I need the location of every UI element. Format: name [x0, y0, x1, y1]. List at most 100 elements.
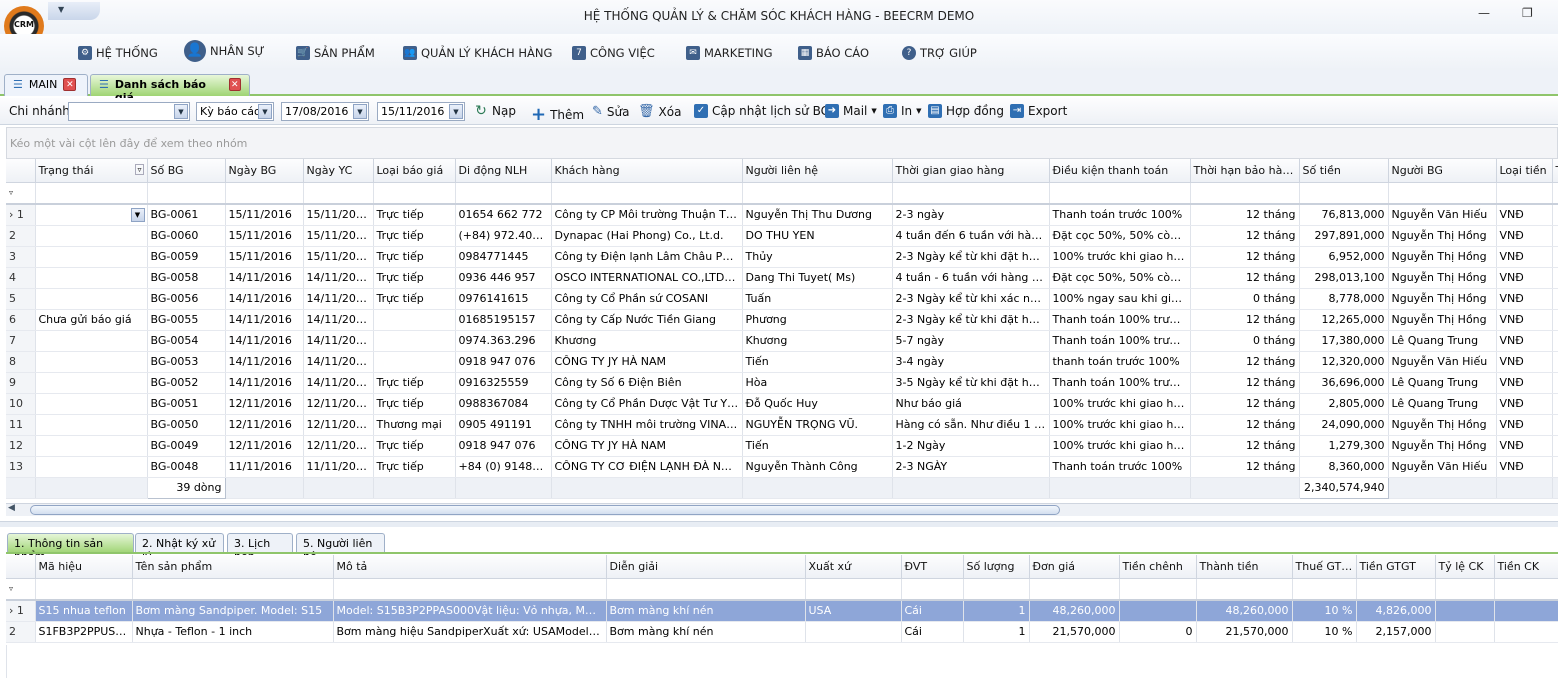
filter-cell[interactable]	[35, 578, 133, 601]
table-cell[interactable]: 3-5 Ngày kể từ khi đặt hàng	[892, 372, 1050, 394]
table-cell[interactable]: USA	[805, 600, 902, 622]
table-cell[interactable]: 24,090,000	[1299, 414, 1389, 436]
table-cell[interactable]: BG-0060	[147, 225, 226, 247]
table-cell[interactable]	[35, 225, 148, 247]
table-row[interactable]: 10 BG-0051 12/11/2016 12/11/2016 Trực tiếp 09…	[6, 393, 1558, 415]
table-cell[interactable]: VNĐ	[1496, 456, 1553, 478]
table-row[interactable]: 6 Chưa gửi báo giá BG-0055 14/11/2016 14/11/…	[6, 309, 1558, 331]
table-row[interactable]: 3 BG-0059 15/11/2016 15/11/2016 Trực tiếp 098…	[6, 246, 1558, 268]
tab-processing-log[interactable]: 2. Nhật ký xử lý	[135, 533, 224, 563]
table-cell[interactable]	[1435, 621, 1495, 643]
table-cell[interactable]: 01685195157	[455, 309, 552, 331]
column-header[interactable]: Thời hạn bảo hành	[1190, 159, 1300, 183]
table-cell[interactable]: BG-0049	[147, 435, 226, 457]
chevron-down-icon[interactable]: ▼	[449, 104, 463, 119]
table-cell[interactable]: Cái	[901, 600, 964, 622]
table-cell[interactable]: CÔNG TY JY HÀ NAM	[551, 435, 743, 457]
table-cell[interactable]: 11/11/2016	[225, 456, 304, 478]
table-cell[interactable]: Nguyễn Văn Hiếu	[1388, 456, 1497, 478]
table-cell[interactable]	[35, 267, 148, 289]
column-header[interactable]: Tỷ lệ CK	[1435, 555, 1495, 579]
table-cell[interactable]: 14/11/2016	[225, 309, 304, 331]
table-cell[interactable]: BG-0050	[147, 414, 226, 436]
table-cell[interactable]: 15/11/2016	[225, 246, 304, 268]
table-cell[interactable]: BG-0054	[147, 330, 226, 352]
column-header[interactable]: Ngày BG	[225, 159, 304, 183]
table-cell[interactable]: BG-0048	[147, 456, 226, 478]
table-cell[interactable]: Đặt cọc 50%, 50% còn lạ...	[1049, 267, 1191, 289]
table-cell[interactable]: Nguyễn Thị Hồng	[1388, 414, 1497, 436]
table-cell[interactable]	[1552, 372, 1558, 394]
table-cell[interactable]: Trực tiếp	[373, 288, 456, 310]
table-cell[interactable]: 15/11/2016	[225, 204, 304, 226]
update-history-button[interactable]: ✓ Cập nhật lịch sử BG	[694, 104, 830, 118]
table-cell[interactable]: NGUYỄN TRỌNG VŨ.	[742, 414, 893, 436]
table-cell[interactable]: 2,805,000	[1299, 393, 1389, 415]
date-from-picker[interactable]: 17/08/2016 ▼	[281, 102, 369, 121]
restore-button[interactable]: ❐	[1522, 6, 1533, 20]
add-button[interactable]: + Thêm	[531, 104, 584, 125]
filter-row[interactable]: ▿	[6, 182, 1558, 205]
table-cell[interactable]: Hàng có sẵn. Như điều 1 của...	[892, 414, 1050, 436]
table-cell[interactable]: BG-0061	[147, 204, 226, 226]
table-cell[interactable]	[373, 351, 456, 373]
column-header[interactable]: Mã hiệu	[35, 555, 133, 579]
table-cell[interactable]: VNĐ	[1496, 225, 1553, 247]
table-cell[interactable]: VNĐ	[1496, 330, 1553, 352]
table-row[interactable]: 5 BG-0056 14/11/2016 14/11/2016 Trực tiếp 097…	[6, 288, 1558, 310]
filter-icon[interactable]: ▿	[135, 163, 144, 175]
table-row[interactable]: 2 BG-0060 15/11/2016 15/11/2016 Trực tiếp (+8…	[6, 225, 1558, 247]
table-row[interactable]: › 1 ▼ BG-0061 15/11/2016 15/11/2016 Trực tiếp…	[6, 204, 1558, 226]
table-cell[interactable]	[1494, 600, 1558, 622]
table-cell[interactable]: 2-3 Ngày kể từ khi xác nhận ...	[892, 288, 1050, 310]
table-cell[interactable]	[1552, 225, 1558, 247]
table-cell[interactable]	[1552, 309, 1558, 331]
column-header[interactable]: Số lượng	[963, 555, 1030, 579]
close-icon[interactable]: ✕	[63, 78, 77, 91]
table-cell[interactable]: Lê Quang Trung	[1388, 393, 1497, 415]
menu-cong-viec[interactable]: 7 CÔNG VIỆC	[572, 46, 655, 60]
table-cell[interactable]: Trực tiếp	[373, 246, 456, 268]
table-cell[interactable]: 12 tháng	[1190, 435, 1300, 457]
table-cell[interactable]	[35, 330, 148, 352]
filter-cell[interactable]	[455, 182, 552, 205]
table-cell[interactable]: 0988367084	[455, 393, 552, 415]
table-cell[interactable]	[1552, 435, 1558, 457]
column-header[interactable]: Tiền chênh	[1119, 555, 1197, 579]
filter-cell[interactable]	[1552, 182, 1558, 205]
table-cell[interactable]: 12/11/2016	[225, 414, 304, 436]
table-cell[interactable]: 14/11/2016	[225, 330, 304, 352]
table-cell[interactable]: 12 tháng	[1190, 414, 1300, 436]
column-header[interactable]: Ngày YC	[303, 159, 374, 183]
reload-button[interactable]: ↻ Nạp	[474, 104, 516, 118]
table-cell[interactable]: 0918 947 076	[455, 351, 552, 373]
filter-cell[interactable]	[901, 578, 964, 601]
table-cell[interactable]: 0984771445	[455, 246, 552, 268]
menu-bao-cao[interactable]: ▦ BÁO CÁO	[798, 46, 869, 60]
table-cell[interactable]: Nguyễn Thị Hồng	[1388, 435, 1497, 457]
product-row[interactable]: › 1 S15 nhua teflon Bơm màng Sandpiper. Mo…	[6, 600, 1558, 622]
table-cell[interactable]: 36,696,000	[1299, 372, 1389, 394]
table-cell[interactable]: 100% ngay sau khi giao h...	[1049, 288, 1191, 310]
tab-contacts[interactable]: 5. Người liên hệ	[296, 533, 385, 563]
table-cell[interactable]: 0976141615	[455, 288, 552, 310]
table-cell[interactable]: 10 %	[1292, 621, 1357, 643]
column-header[interactable]: ĐVT	[901, 555, 964, 579]
table-cell[interactable]: 0918 947 076	[455, 435, 552, 457]
table-cell[interactable]: Công ty Điện lạnh Lâm Châu Phát	[551, 246, 743, 268]
table-cell[interactable]: BG-0059	[147, 246, 226, 268]
table-cell[interactable]	[1119, 600, 1197, 622]
table-cell[interactable]: Nguyễn Văn Hiếu	[1388, 351, 1497, 373]
table-cell[interactable]: 14/11/2016	[225, 351, 304, 373]
table-cell[interactable]: Dang Thi Tuyet( Ms)	[742, 267, 893, 289]
column-header[interactable]: Tên sản phẩm	[132, 555, 334, 579]
filter-cell[interactable]	[805, 578, 902, 601]
filter-cell[interactable]	[1494, 578, 1558, 601]
table-cell[interactable]: 0916325559	[455, 372, 552, 394]
table-cell[interactable]: 4 tuần đến 6 tuần với hàng k...	[892, 225, 1050, 247]
table-cell[interactable]: S15 nhua teflon	[35, 600, 133, 622]
table-cell[interactable]	[373, 330, 456, 352]
filter-cell[interactable]	[1049, 182, 1191, 205]
edit-button[interactable]: ✎ Sửa	[592, 104, 629, 119]
table-cell[interactable]: +84 (0) 914893....	[455, 456, 552, 478]
